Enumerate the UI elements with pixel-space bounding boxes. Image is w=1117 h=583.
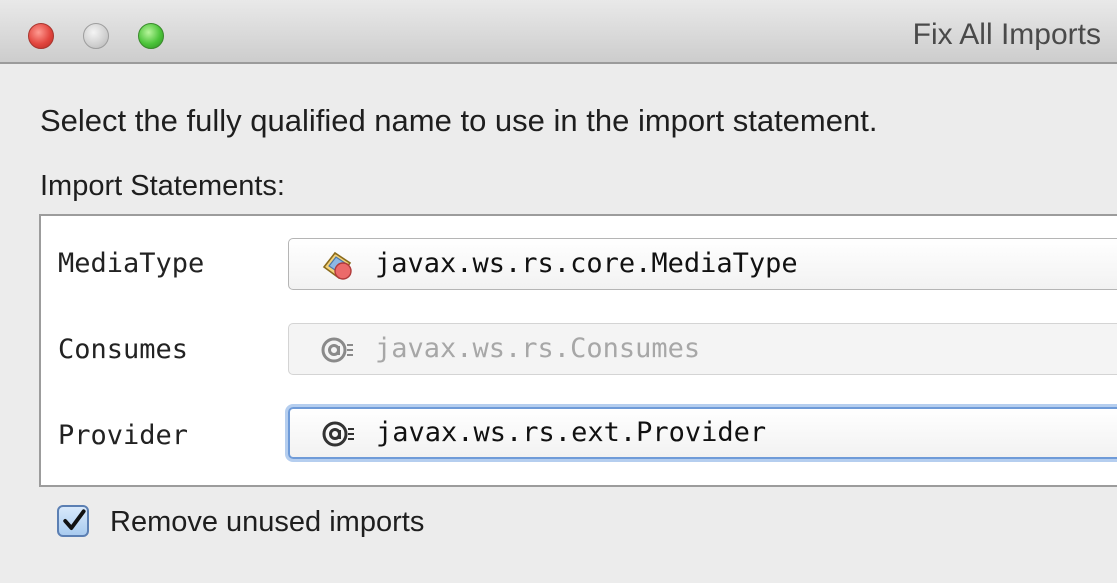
annotation-icon xyxy=(322,421,354,447)
import-label-mediatype: MediaType xyxy=(58,248,205,279)
import-statements-label: Import Statements: xyxy=(40,170,285,202)
title-bar: Fix All Imports xyxy=(0,0,1117,64)
import-statements-panel: MediaType javax.ws.rs.core.MediaType Con… xyxy=(39,214,1117,487)
import-value-provider: javax.ws.rs.ext.Provider xyxy=(376,417,767,448)
window-title: Fix All Imports xyxy=(912,18,1101,51)
checkmark-icon xyxy=(63,509,86,530)
zoom-window-button[interactable] xyxy=(138,23,164,49)
import-value-mediatype: javax.ws.rs.core.MediaType xyxy=(375,248,798,279)
import-combo-consumes[interactable]: javax.ws.rs.Consumes xyxy=(288,323,1117,375)
import-label-provider: Provider xyxy=(58,420,189,451)
import-value-consumes: javax.ws.rs.Consumes xyxy=(375,333,701,364)
close-window-button[interactable] xyxy=(28,23,54,49)
minimize-window-button[interactable] xyxy=(83,23,109,49)
import-label-consumes: Consumes xyxy=(58,334,189,365)
import-combo-mediatype[interactable]: javax.ws.rs.core.MediaType xyxy=(288,238,1117,290)
import-combo-provider[interactable]: javax.ws.rs.ext.Provider xyxy=(288,407,1117,459)
annotation-icon xyxy=(321,337,353,363)
remove-unused-imports-label[interactable]: Remove unused imports xyxy=(110,506,424,539)
instruction-text: Select the fully qualified name to use i… xyxy=(40,103,878,138)
remove-unused-imports-checkbox[interactable] xyxy=(57,505,89,537)
class-icon xyxy=(322,251,352,280)
